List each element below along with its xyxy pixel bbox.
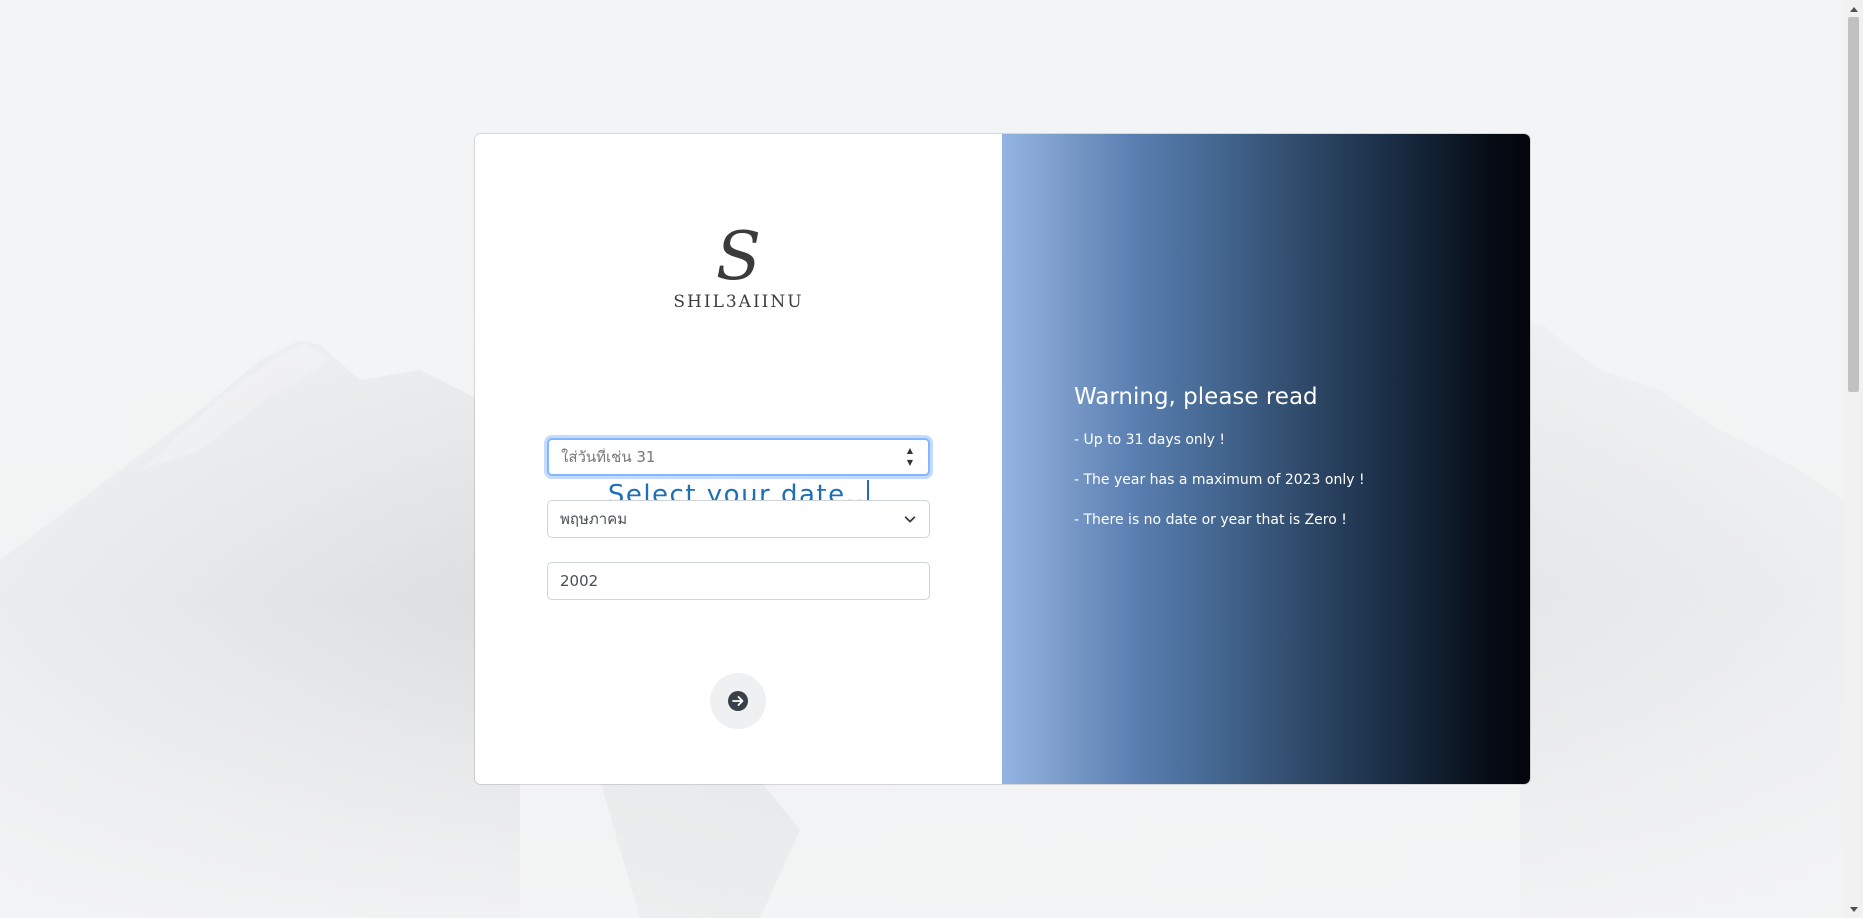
- warning-block: Warning, please read - Up to 31 days onl…: [1074, 384, 1365, 552]
- warning-title: Warning, please read: [1074, 384, 1318, 410]
- chevron-down-icon: [904, 516, 916, 523]
- scroll-up-icon[interactable]: [1844, 0, 1863, 17]
- warning-line: - The year has a maximum of 2023 only !: [1074, 472, 1365, 488]
- warning-line: - There is no date or year that is Zero …: [1074, 512, 1347, 528]
- form-panel: S SHIL3AIINU Select your date.. ▲ ▼ พฤษภ…: [475, 134, 1002, 784]
- stepper-down-icon[interactable]: ▼: [907, 458, 913, 468]
- warning-line: - Up to 31 days only !: [1074, 432, 1226, 448]
- logo-mark: S: [715, 218, 762, 295]
- month-select[interactable]: พฤษภาคม: [547, 500, 930, 538]
- brand-logo: S SHIL3AIINU: [475, 218, 1002, 313]
- page-scrollbar[interactable]: [1844, 0, 1863, 918]
- stepper-up-icon[interactable]: ▲: [907, 446, 913, 456]
- day-input[interactable]: [561, 448, 904, 466]
- scroll-down-icon[interactable]: [1844, 901, 1863, 918]
- year-value: 2002: [560, 572, 599, 590]
- day-field[interactable]: ▲ ▼: [547, 438, 930, 476]
- scrollbar-thumb[interactable]: [1848, 17, 1859, 392]
- month-selected-value: พฤษภาคม: [560, 510, 628, 528]
- submit-button[interactable]: [710, 673, 766, 729]
- warning-panel: Warning, please read - Up to 31 days onl…: [1002, 134, 1530, 784]
- date-card: S SHIL3AIINU Select your date.. ▲ ▼ พฤษภ…: [475, 134, 1530, 784]
- logo-text: SHIL3AIINU: [673, 292, 804, 312]
- arrow-right-circle-icon: [728, 691, 748, 711]
- day-stepper[interactable]: ▲ ▼: [904, 446, 916, 468]
- year-field[interactable]: 2002: [547, 562, 930, 600]
